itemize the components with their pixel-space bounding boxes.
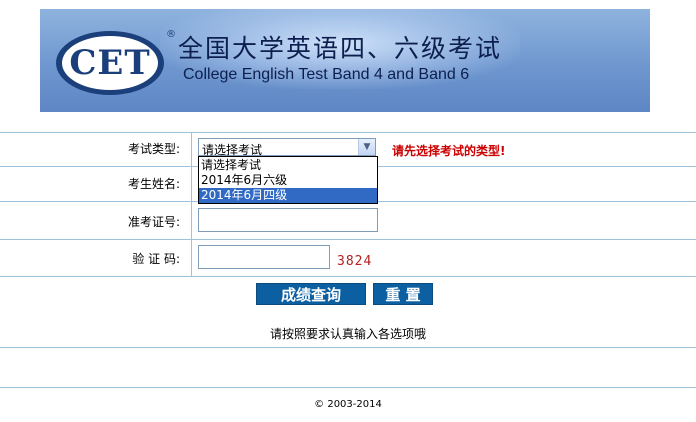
copyright: © 2003-2014 <box>314 399 382 410</box>
column-divider <box>191 132 192 276</box>
banner-title-english: College English Test Band 4 and Band 6 <box>183 66 470 83</box>
select-exam-hint: 请先选择考试的类型! <box>392 144 506 158</box>
divider <box>0 347 696 348</box>
instruction-note: 请按照要求认真输入各选项哦 <box>269 327 426 341</box>
captcha-label: 验 证 码: <box>132 252 180 266</box>
dropdown-option[interactable]: 请选择考试 <box>199 158 377 173</box>
divider <box>0 387 696 388</box>
ticket-number-label: 准考证号: <box>127 215 180 229</box>
cet-logo-text: CET <box>69 43 151 83</box>
reset-button[interactable]: 重 置 <box>373 283 433 305</box>
divider <box>0 276 696 277</box>
header-banner: CET ® 全国大学英语四、六级考试 College English Test … <box>40 9 650 112</box>
banner-title-chinese: 全国大学英语四、六级考试 <box>178 34 503 63</box>
exam-type-label: 考试类型: <box>127 142 180 156</box>
cet-logo: CET <box>56 31 164 95</box>
exam-type-dropdown[interactable]: 请选择考试 2014年6月六级 2014年6月四级 <box>198 156 378 204</box>
captcha-field[interactable] <box>198 245 330 269</box>
divider <box>0 132 696 133</box>
exam-type-select[interactable]: 请选择考试 ▼ <box>198 138 376 157</box>
name-label: 考生姓名: <box>127 177 180 191</box>
ticket-number-field[interactable] <box>198 208 378 232</box>
dropdown-option-highlighted[interactable]: 2014年6月四级 <box>199 188 377 203</box>
registered-mark: ® <box>166 29 176 40</box>
divider <box>0 239 696 240</box>
captcha-image[interactable]: 3824 <box>337 254 372 269</box>
query-score-button[interactable]: 成绩查询 <box>256 283 366 305</box>
dropdown-option[interactable]: 2014年6月六级 <box>199 173 377 188</box>
chevron-down-icon[interactable]: ▼ <box>358 139 375 155</box>
